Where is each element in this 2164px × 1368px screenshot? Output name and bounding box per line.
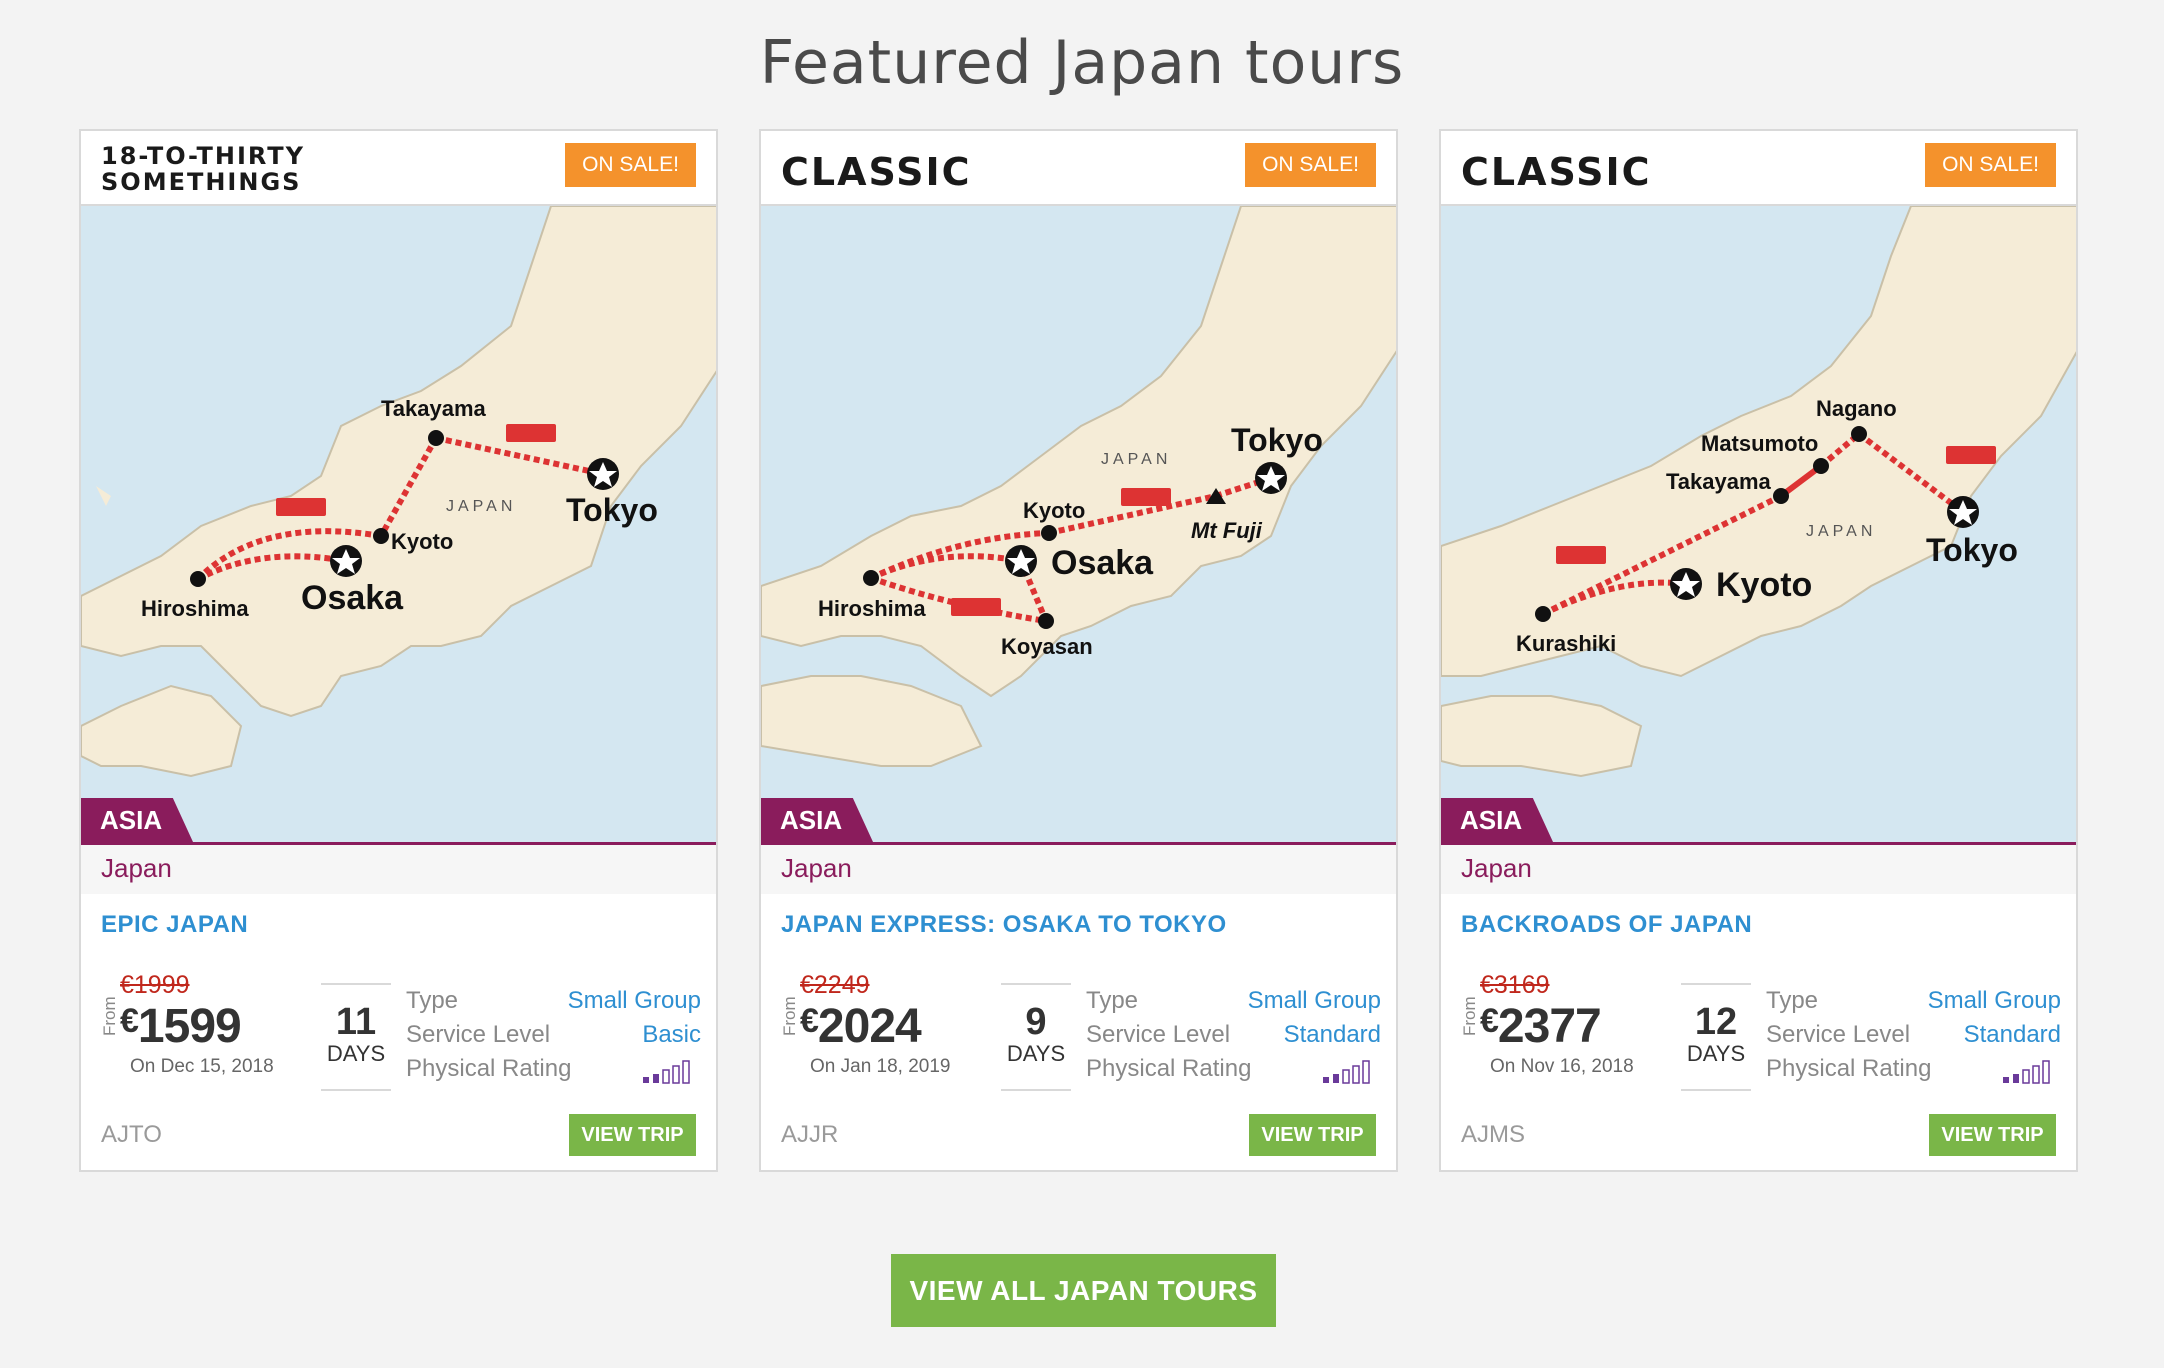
type-value[interactable]: Small Group (1928, 987, 2061, 1015)
type-value[interactable]: Small Group (568, 987, 701, 1015)
from-label: From (100, 996, 119, 1036)
svg-text:Osaka: Osaka (1051, 544, 1154, 582)
card-header: 18-TO-THIRTY SOMETHINGS ON SALE! (81, 131, 716, 206)
view-trip-button[interactable]: VIEW TRIP (1929, 1114, 2056, 1156)
page-title: Featured Japan tours (759, 28, 1405, 98)
sale-price: €1599 (120, 1000, 242, 1053)
svg-text:JAPAN: JAPAN (1101, 451, 1171, 468)
service-level-label: Service Level (1766, 1021, 1911, 1048)
service-level-label: Service Level (406, 1021, 551, 1048)
card-header: CLASSIC ON SALE! (761, 131, 1396, 206)
duration: 12 DAYS (1681, 983, 1751, 1091)
price-block: From €3169 €2377 On Nov 16, 2018 (1455, 971, 1675, 1081)
svg-text:Tokyo: Tokyo (1231, 422, 1323, 458)
sale-price: €2377 (1480, 1000, 1602, 1053)
tour-card-japan-express[interactable]: CLASSIC ON SALE! Tokyo Kyoto Mt Fuji Osa… (759, 129, 1398, 1172)
service-level-label: Service Level (1086, 1021, 1231, 1048)
original-price: €3169 (1480, 971, 1550, 999)
sale-price: €2024 (800, 1000, 922, 1053)
from-label: From (1460, 996, 1479, 1036)
trip-specs: Type Small Group Service Level Basic Physi… (406, 987, 701, 1089)
trip-code: AJTO (101, 1121, 162, 1148)
physical-rating-label: Physical Rating (406, 1055, 572, 1082)
type-label: Type (1086, 987, 1139, 1014)
trip-specs: Type Small Group Service Level Standard Ph… (1766, 987, 2061, 1089)
trip-style-label: CLASSIC (781, 150, 972, 194)
view-trip-button[interactable]: VIEW TRIP (569, 1114, 696, 1156)
trip-name-link[interactable]: BACKROADS OF JAPAN (1461, 911, 1752, 939)
route-map[interactable]: Tokyo Kyoto Mt Fuji Osaka Hiroshima Koya… (761, 206, 1396, 842)
duration-days: 12 (1694, 1001, 1738, 1043)
svg-text:Matsumoto: Matsumoto (1701, 431, 1818, 456)
trip-style-label: CLASSIC (1461, 150, 1652, 194)
country-label[interactable]: Japan (761, 845, 1396, 894)
duration-days: 9 (1025, 1001, 1047, 1043)
view-all-japan-tours-button[interactable]: VIEW ALL JAPAN TOURS (891, 1254, 1276, 1327)
service-level-value[interactable]: Basic (642, 1021, 701, 1049)
svg-text:JAPAN: JAPAN (446, 498, 516, 515)
price-block: From €1999 €1599 On Dec 15, 2018 (95, 971, 315, 1081)
map-label: Takayama (381, 396, 487, 421)
trip-specs: Type Small Group Service Level Standard Ph… (1086, 987, 1381, 1089)
physical-rating-label: Physical Rating (1766, 1055, 1932, 1082)
svg-text:Tokyo: Tokyo (1926, 532, 2018, 568)
japan-map-graphic: Tokyo Kyoto Mt Fuji Osaka Hiroshima Koya… (761, 206, 1396, 767)
physical-rating-bars-icon[interactable] (1321, 1059, 1381, 1085)
svg-text:Mt Fuji: Mt Fuji (1191, 518, 1263, 543)
physical-rating-bars-icon[interactable] (641, 1059, 701, 1085)
on-sale-badge: ON SALE! (1245, 143, 1376, 187)
svg-text:Kyoto: Kyoto (391, 529, 453, 554)
tour-card-backroads-of-japan[interactable]: CLASSIC ON SALE! Nagano Matsumoto Takaya… (1439, 129, 2078, 1172)
original-price: €1999 (120, 971, 190, 999)
service-level-value[interactable]: Standard (1964, 1021, 2061, 1049)
trip-name-link[interactable]: EPIC JAPAN (101, 911, 248, 939)
trip-style-label: 18-TO-THIRTY SOMETHINGS (101, 142, 306, 197)
type-label: Type (1766, 987, 1819, 1014)
duration-days: 11 (335, 1001, 377, 1043)
service-level-value[interactable]: Standard (1284, 1021, 1381, 1049)
price-block: From €2249 €2024 On Jan 18, 2019 (775, 971, 995, 1081)
duration: 11 DAYS (321, 983, 391, 1091)
svg-text:Kyoto: Kyoto (1023, 498, 1085, 523)
svg-text:Nagano: Nagano (1816, 396, 1897, 421)
duration: 9 DAYS (1001, 983, 1071, 1091)
svg-text:Hiroshima: Hiroshima (141, 596, 249, 621)
duration-unit: DAYS (1686, 1041, 1746, 1066)
trip-name-link[interactable]: JAPAN EXPRESS: OSAKA TO TOKYO (781, 911, 1227, 939)
svg-text:Tokyo: Tokyo (566, 492, 658, 528)
view-trip-button[interactable]: VIEW TRIP (1249, 1114, 1376, 1156)
tour-card-epic-japan[interactable]: 18-TO-THIRTY SOMETHINGS ON SALE! Takayam… (79, 129, 718, 1172)
route-map[interactable]: Nagano Matsumoto Takayama Tokyo Kyoto Ku… (1441, 206, 2076, 842)
trip-code: AJMS (1461, 1121, 1526, 1148)
card-header: CLASSIC ON SALE! (1441, 131, 2076, 206)
type-label: Type (406, 987, 459, 1014)
departure-date: On Nov 16, 2018 (1490, 1056, 1634, 1077)
country-label[interactable]: Japan (81, 845, 716, 894)
departure-date: On Dec 15, 2018 (130, 1056, 274, 1077)
svg-text:Osaka: Osaka (301, 579, 404, 617)
svg-text:Koyasan: Koyasan (1001, 634, 1093, 659)
from-label: From (780, 996, 799, 1036)
on-sale-badge: ON SALE! (1925, 143, 2056, 187)
physical-rating-label: Physical Rating (1086, 1055, 1252, 1082)
type-value[interactable]: Small Group (1248, 987, 1381, 1015)
country-label[interactable]: Japan (1441, 845, 2076, 894)
japan-map-graphic: Takayama Kyoto Tokyo Hiroshima Osaka JAP… (81, 206, 716, 778)
svg-text:Kyoto: Kyoto (1716, 566, 1812, 604)
trip-code: AJJR (781, 1121, 839, 1148)
on-sale-badge: ON SALE! (565, 143, 696, 187)
svg-text:JAPAN: JAPAN (1806, 523, 1876, 540)
original-price: €2249 (800, 971, 870, 999)
svg-text:Takayama: Takayama (1666, 469, 1772, 494)
japan-map-graphic: Nagano Matsumoto Takayama Tokyo Kyoto Ku… (1441, 206, 2076, 778)
departure-date: On Jan 18, 2019 (810, 1056, 951, 1077)
duration-unit: DAYS (326, 1041, 386, 1066)
physical-rating-bars-icon[interactable] (2001, 1059, 2061, 1085)
route-map[interactable]: Takayama Kyoto Tokyo Hiroshima Osaka JAP… (81, 206, 716, 842)
svg-text:Hiroshima: Hiroshima (818, 596, 926, 621)
duration-unit: DAYS (1006, 1041, 1066, 1066)
svg-text:Kurashiki: Kurashiki (1516, 631, 1616, 656)
